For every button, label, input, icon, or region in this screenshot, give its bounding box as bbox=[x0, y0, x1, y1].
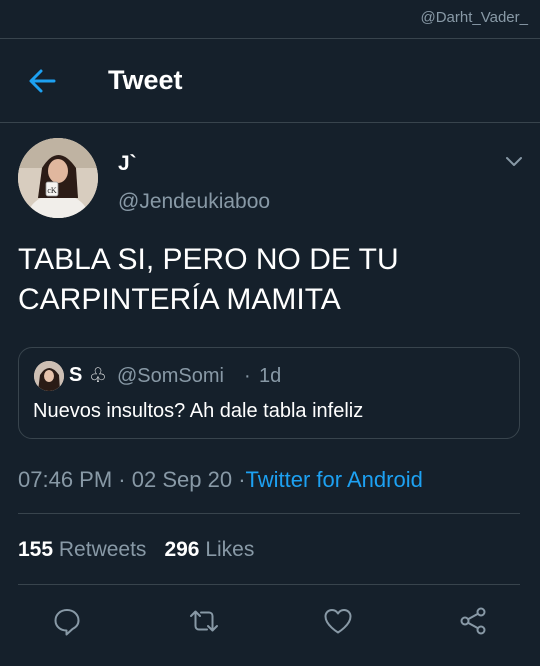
retweet-icon[interactable] bbox=[188, 605, 220, 637]
tweet-time: 07:46 PM bbox=[18, 467, 113, 492]
retweets-label: Retweets bbox=[58, 538, 147, 561]
retweets-stat[interactable]: 155 Retweets bbox=[18, 538, 146, 561]
quote-handle[interactable]: @SomSomi bbox=[117, 365, 224, 388]
like-icon[interactable] bbox=[322, 605, 354, 637]
meta-separator: · bbox=[238, 467, 246, 492]
quote-time: 1d bbox=[259, 365, 282, 387]
page-title: Tweet bbox=[108, 65, 183, 95]
display-name[interactable]: J` bbox=[118, 152, 137, 176]
divider bbox=[18, 584, 520, 585]
chevron-down-icon[interactable] bbox=[503, 150, 525, 172]
quote-avatar[interactable] bbox=[34, 361, 64, 391]
tweet-stats: 155 Retweets 296 Likes bbox=[18, 538, 254, 562]
divider bbox=[18, 513, 520, 514]
club-icon: ♧ bbox=[89, 365, 107, 387]
retweets-count: 155 bbox=[18, 538, 54, 561]
quote-display-name[interactable]: S bbox=[69, 364, 82, 387]
avatar-image: cK bbox=[18, 138, 98, 218]
quote-separator: · bbox=[244, 365, 251, 387]
tweet-source-link[interactable]: Twitter for Android bbox=[246, 467, 423, 492]
svg-text:cK: cK bbox=[47, 186, 57, 195]
header-divider bbox=[0, 122, 540, 123]
tweet-date: 02 Sep 20 bbox=[131, 467, 233, 492]
tweet-text: TABLA SI, PERO NO DE TU CARPINTERÍA MAMI… bbox=[18, 243, 399, 316]
back-arrow-icon[interactable] bbox=[28, 68, 56, 94]
reply-icon[interactable] bbox=[51, 605, 83, 637]
likes-label: Likes bbox=[205, 538, 255, 561]
meta-separator: · bbox=[118, 467, 126, 492]
quote-text: Nuevos insultos? Ah dale tabla infeliz bbox=[33, 400, 364, 422]
avatar[interactable]: cK bbox=[18, 138, 98, 218]
header: Tweet bbox=[0, 39, 540, 122]
share-icon[interactable] bbox=[457, 605, 489, 637]
quoted-tweet[interactable]: S ♧ @SomSomi · 1d Nuevos insultos? Ah da… bbox=[18, 347, 520, 439]
tweet-meta: 07:46 PM · 02 Sep 20 ·Twitter for Androi… bbox=[18, 467, 423, 493]
quote-avatar-image bbox=[34, 361, 64, 391]
likes-count: 296 bbox=[164, 538, 200, 561]
user-handle[interactable]: @Jendeukiaboo bbox=[118, 190, 270, 214]
likes-stat[interactable]: 296 Likes bbox=[164, 538, 254, 561]
watermark: @Darht_Vader_ bbox=[420, 9, 528, 26]
